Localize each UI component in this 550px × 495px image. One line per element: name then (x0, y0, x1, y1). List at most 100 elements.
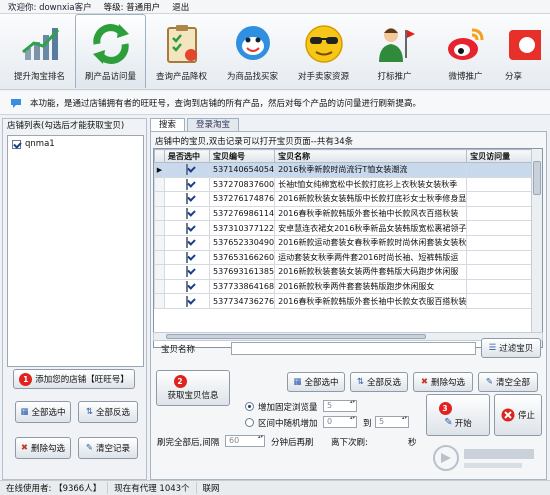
row-select-cell[interactable] (164, 191, 210, 207)
grid-select-all-button[interactable]: ▦ 全部选中 (287, 372, 345, 392)
toolbar-weibo-button[interactable]: 微博推广 (430, 14, 501, 88)
toolbar-tagging-button[interactable]: 打标推广 (359, 14, 430, 88)
row-checkbox[interactable] (186, 208, 188, 220)
start-button[interactable]: 3 ✎ 开始 (426, 394, 490, 436)
share-icon (509, 30, 541, 60)
step-badge: 1 (19, 372, 33, 386)
column-header[interactable]: 宝贝访问量 (466, 149, 538, 163)
toolbar-label: 查询产品降权 (155, 72, 207, 82)
fixed-increase-stepper[interactable]: 5 (323, 400, 357, 412)
get-items-button[interactable]: 2 获取宝贝信息 (156, 370, 230, 406)
toolbar-rivals-button[interactable]: 对手卖家资源 (288, 14, 359, 88)
filter-items-button[interactable]: ☰ 过滤宝贝 (481, 338, 541, 358)
row-checkbox[interactable] (186, 178, 188, 190)
table-row[interactable]: 537693161385 2016新款秋装套装女装两件套韩版大码跑步休闲服 (154, 264, 538, 280)
row-checkbox[interactable] (186, 295, 188, 307)
invert-icon: ⇅ (85, 407, 94, 417)
table-row[interactable]: 537734736276 2016春秋季新款韩版外套长袖中长款女衣服百搭秋装 (154, 293, 538, 309)
toolbar-label: 对手卖家资源 (297, 72, 349, 82)
invert-label: 全部反选 (96, 408, 131, 418)
item-id-cell: 537276174876 (208, 191, 276, 207)
row-checkbox[interactable] (186, 193, 188, 205)
row-checkbox[interactable] (186, 164, 188, 176)
item-visits-cell (466, 176, 538, 193)
random-to-stepper[interactable]: 5 (375, 416, 409, 428)
toolbar-visits-button[interactable]: 刷产品访问量 (75, 14, 146, 88)
row-select-cell[interactable] (164, 205, 210, 222)
item-visits-cell (466, 249, 538, 266)
row-select-cell[interactable] (164, 249, 210, 266)
table-row[interactable]: 537276174876 2016新款秋装女装韩版中长款打底衫女士秋季修身显 (154, 191, 538, 207)
table-row[interactable]: 537310377122 安卓慧连衣裙女2016秋季新品女装韩版宽松裹裙领子 (154, 220, 538, 236)
left-invert-button[interactable]: ⇅ 全部反选 (78, 401, 138, 423)
row-select-cell[interactable] (164, 278, 210, 295)
shop-checkbox[interactable] (12, 139, 21, 149)
row-checkbox[interactable] (186, 251, 188, 263)
range-to-label: 到 (363, 419, 372, 429)
row-select-cell[interactable] (164, 264, 210, 280)
item-grid[interactable]: 是否选中 宝贝编号 宝贝名称 宝贝访问量 ▶ 537140654054 2016秋季… (153, 148, 543, 348)
stop-button[interactable]: 停止 (494, 394, 542, 436)
bar-chart-icon (21, 28, 59, 60)
shop-list-item[interactable]: qnma1 (8, 136, 143, 152)
toolbar-demotion-button[interactable]: 查询产品降权 (146, 14, 217, 88)
select-all-icon: ▦ (20, 407, 29, 417)
filter-icon: ☰ (488, 343, 497, 353)
tab-login-taobao[interactable]: 登录淘宝 (187, 118, 240, 132)
row-select-cell[interactable] (164, 162, 210, 178)
main-toolbar: 提升淘宝排名 刷产品访问量 查询产品降权 为商品找买家 对手卖家资源 打标推广 … (0, 14, 550, 90)
shop-list-title: 店铺列表(勾选后才能获取宝贝) (7, 121, 125, 131)
random-increase-radio[interactable] (245, 418, 254, 427)
grid-delete-checked-button[interactable]: ✖ 删除勾选 (413, 372, 473, 392)
toolbar-label: 提升淘宝排名 (13, 72, 65, 82)
item-id-cell: 537734736276 (208, 293, 276, 309)
table-row[interactable]: 537652330490 2016新款运动套装女春秋季新款时尚休闲套装女装秋 (154, 234, 538, 251)
left-clear-button[interactable]: ✎ 清空记录 (78, 437, 138, 459)
row-select-cell[interactable] (164, 234, 210, 251)
invert-icon: ⇅ (356, 377, 365, 387)
row-checkbox[interactable] (186, 266, 188, 278)
start-label: 开始 (454, 418, 472, 429)
add-shop-button[interactable]: 1 添加您的店铺【旺旺号】 (13, 369, 135, 389)
table-row[interactable]: ▶ 537140654054 2016秋季新款时尚流行T恤女装潮流 (154, 162, 538, 178)
left-select-all-button[interactable]: ▦ 全部选中 (15, 401, 71, 423)
column-header[interactable]: 宝贝名称 (274, 149, 468, 163)
row-checkbox[interactable] (186, 222, 188, 234)
row-select-cell[interactable] (164, 220, 210, 236)
step-badge: 3 (438, 401, 452, 415)
row-checkbox[interactable] (186, 237, 188, 249)
random-increase-label: 区间中随机增加 (258, 419, 318, 429)
add-shop-label: 添加您的店铺【旺旺号】 (35, 375, 129, 385)
column-header[interactable]: 是否选中 (164, 149, 210, 163)
table-row[interactable]: 537653166260 运动套装女秋季两件套2016时尚长袖、短裤韩版运 (154, 249, 538, 266)
toolbar-buyers-button[interactable]: 为商品找买家 (217, 14, 288, 88)
table-row[interactable]: 537733864168 2016新款秋季两件套套装韩版跑步休闲服女 (154, 278, 538, 295)
row-select-cell[interactable] (164, 293, 210, 309)
column-header[interactable]: 宝贝编号 (208, 149, 276, 163)
left-delete-checked-button[interactable]: ✖ 删除勾选 (15, 437, 71, 459)
shop-list-panel: 店铺列表(勾选后才能获取宝贝) qnma1 1 添加您的店铺【旺旺号】 ▦ 全部… (2, 118, 147, 480)
clear-label: 清空记录 (96, 444, 131, 454)
grid-clear-all-button[interactable]: ✎ 清空全部 (478, 372, 538, 392)
fixed-increase-radio[interactable] (245, 402, 254, 411)
grid-caption: 店铺中的宝贝,双击记录可以打开宝贝页面--共有34条 (155, 137, 354, 147)
random-from-stepper[interactable]: 0 (323, 416, 357, 428)
exit-link[interactable]: 退出 (172, 1, 189, 13)
toolbar-share-button[interactable]: 分享 (501, 14, 541, 88)
grid-invert-button[interactable]: ⇅ 全部反选 (350, 372, 408, 392)
table-row[interactable]: 537276986114 2016春秋季新款韩版外套长袖中长款风衣百搭秋装 (154, 205, 538, 222)
tab-search[interactable]: 搜索 (150, 118, 186, 132)
item-id-cell: 537693161385 (208, 264, 276, 280)
table-row[interactable]: 537270837600 长袖t恤女纯棉宽松中长款打底衫上衣秋装女装秋季 (154, 176, 538, 193)
toolbar-rank-button[interactable]: 提升淘宝排名 (4, 14, 75, 88)
filter-button-label: 过滤宝贝 (499, 344, 534, 354)
row-select-cell[interactable] (164, 176, 210, 193)
item-name-cell: 2016新款运动套装女春秋季新款时尚休闲套装女装秋 (274, 234, 468, 251)
toolbar-label: 分享 (505, 72, 523, 82)
item-name-filter-input[interactable] (231, 342, 476, 355)
refresh-interval-stepper[interactable]: 60 (225, 435, 265, 447)
user-level-text: 等级: 普通用户 (103, 2, 161, 13)
row-checkbox[interactable] (186, 281, 188, 293)
grid-vertical-scrollbar[interactable] (531, 149, 542, 347)
item-name-cell: 2016新款秋装女装韩版中长款打底衫女士秋季修身显 (274, 191, 468, 207)
